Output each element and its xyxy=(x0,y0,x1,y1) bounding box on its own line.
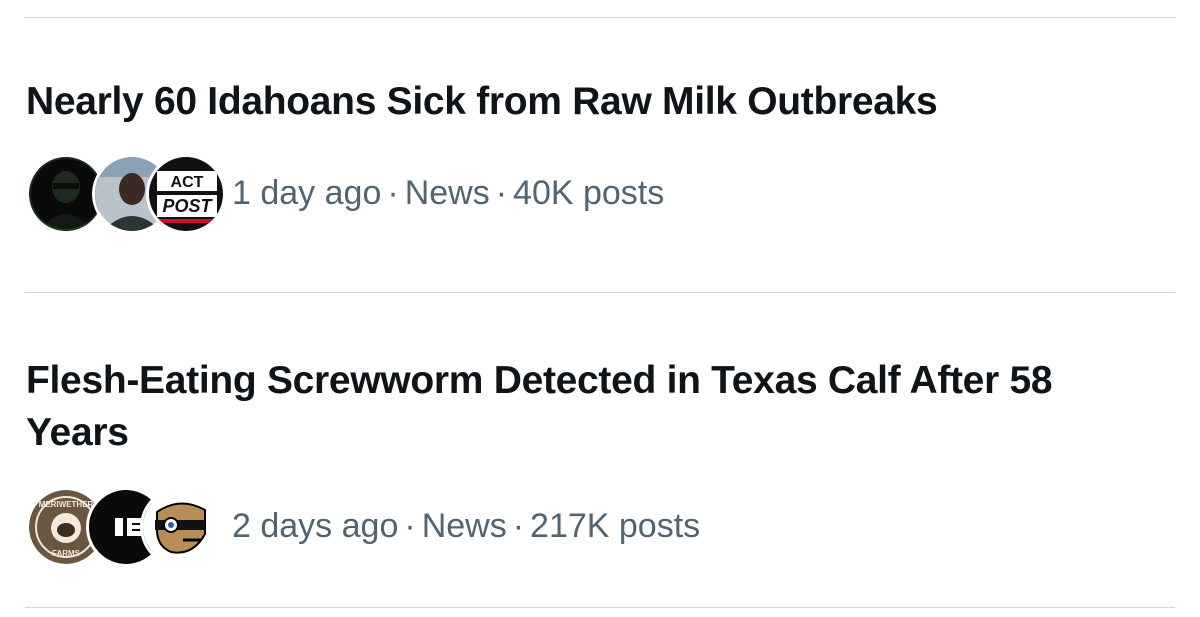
bottom-divider xyxy=(25,607,1175,608)
trend-post-count: 217K posts xyxy=(530,506,701,545)
fact-post-logo-avatar: ACT POST xyxy=(146,154,226,234)
svg-text:FARMS: FARMS xyxy=(52,549,81,558)
trend-title[interactable]: Nearly 60 Idahoans Sick from Raw Milk Ou… xyxy=(26,76,1170,128)
trend-meta-row: MERIWETHER FARMS 2 days ago · News · 217… xyxy=(26,487,700,567)
trend-meta-row: ACT POST 1 day ago · News · 40K posts xyxy=(26,154,664,234)
meta-separator: · xyxy=(512,506,525,545)
trend-time: 2 days ago xyxy=(232,506,399,545)
trend-post-count: 40K posts xyxy=(513,173,665,212)
avatar-stack: ACT POST xyxy=(26,154,226,234)
trend-divider xyxy=(25,292,1175,293)
meta-separator: · xyxy=(404,506,416,545)
trend-time: 1 day ago xyxy=(232,173,382,212)
svg-text:ACT: ACT xyxy=(171,174,204,191)
avatar-stack: MERIWETHER FARMS xyxy=(26,487,220,567)
svg-text:MERIWETHER: MERIWETHER xyxy=(39,500,94,509)
trend-title[interactable]: Flesh-Eating Screwworm Detected in Texas… xyxy=(26,355,1106,459)
trend-item[interactable]: Flesh-Eating Screwworm Detected in Texas… xyxy=(26,355,1170,575)
trend-category: News xyxy=(404,173,490,212)
top-divider xyxy=(25,17,1175,18)
trend-item[interactable]: Nearly 60 Idahoans Sick from Raw Milk Ou… xyxy=(26,76,1170,246)
svg-text:POST: POST xyxy=(162,196,213,216)
trend-category: News xyxy=(421,506,507,545)
cartoon-character-avatar xyxy=(140,487,220,567)
trend-meta: 2 days ago · News · 217K posts xyxy=(232,507,700,546)
meta-separator: · xyxy=(387,173,399,212)
trend-meta: 1 day ago · News · 40K posts xyxy=(232,174,664,213)
meta-separator: · xyxy=(495,173,508,212)
